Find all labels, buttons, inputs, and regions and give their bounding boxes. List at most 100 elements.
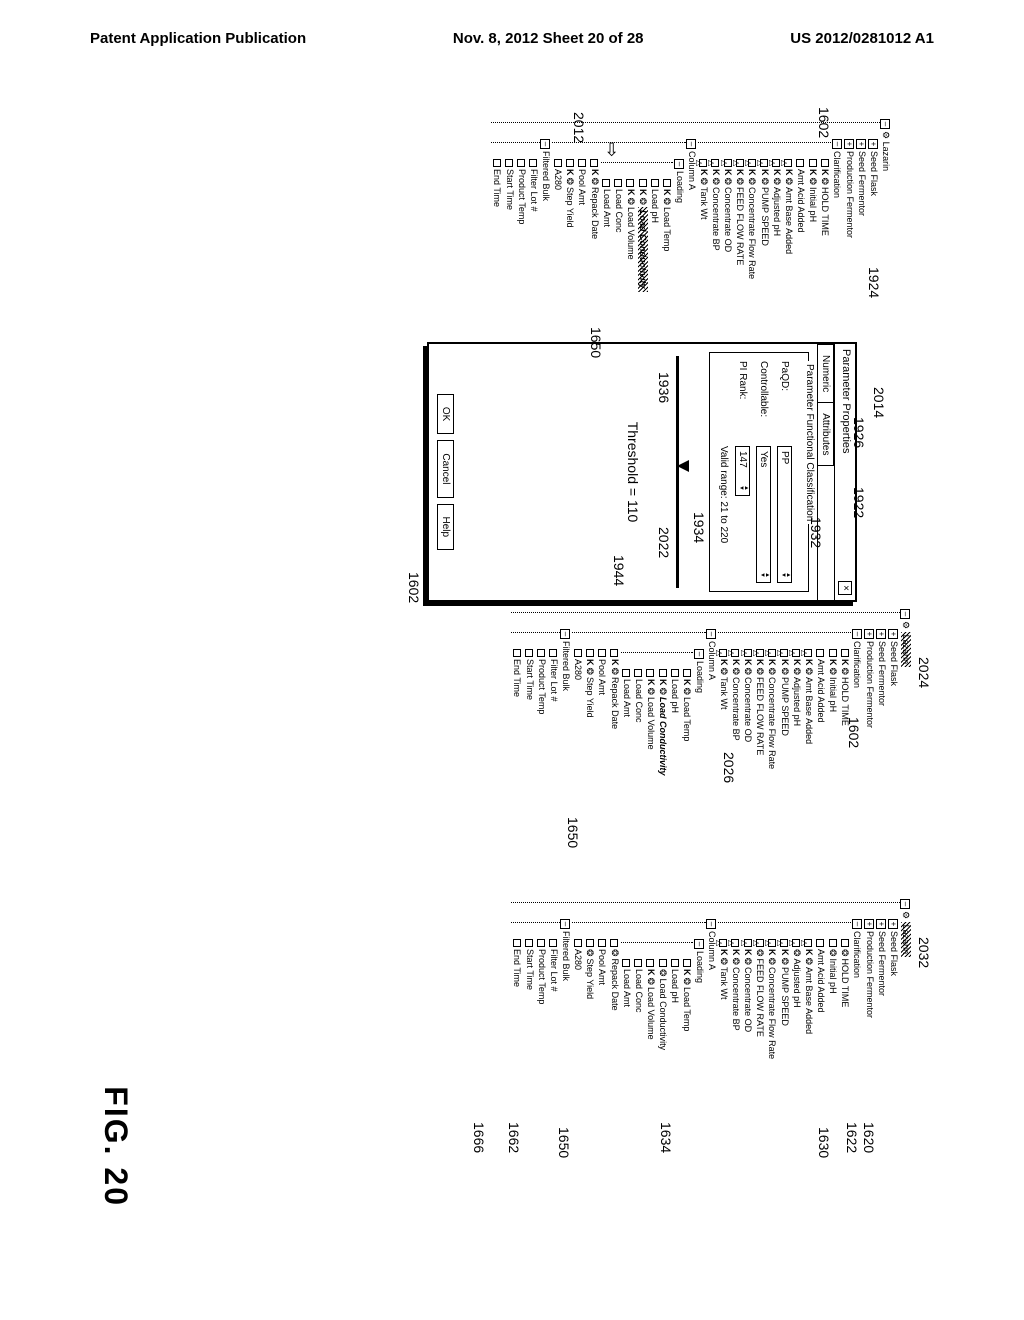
node-filtered-bulk[interactable]: Filtered Bulk	[561, 641, 571, 691]
node-start-time[interactable]: Start Time	[525, 949, 535, 990]
node-load-conductivity[interactable]: Load Conductivity	[638, 207, 648, 292]
expand-icon[interactable]: –	[694, 649, 704, 659]
expand-icon[interactable]: –	[540, 139, 550, 149]
node-seed-flask[interactable]: Seed Flask	[889, 641, 899, 686]
node-end-time[interactable]: End Time	[513, 659, 523, 697]
node-repack-date[interactable]: Repack Date	[610, 677, 620, 729]
node-amt-base[interactable]: Amt Base Added	[804, 677, 814, 744]
node-load-volume[interactable]: Load Volume	[646, 697, 656, 750]
node-load-conductivity[interactable]: Load Conductivity	[658, 697, 668, 776]
close-icon[interactable]: ×	[838, 581, 852, 595]
expand-icon[interactable]: –	[706, 919, 716, 929]
expand-icon[interactable]: +	[876, 629, 886, 639]
expand-icon[interactable]: –	[560, 629, 570, 639]
node-load-conductivity[interactable]: Load Conductivity	[658, 979, 668, 1051]
expand-icon[interactable]: –	[852, 629, 862, 639]
node-seed-fermentor[interactable]: Seed Fermentor	[877, 641, 887, 706]
node-load-ph[interactable]: Load pH	[670, 679, 680, 713]
node-pool-amt[interactable]: Pool Amt	[597, 949, 607, 985]
node-adjusted-ph[interactable]: Adjusted pH	[792, 677, 802, 726]
node-load-amt[interactable]: Load Amt	[622, 969, 632, 1007]
node-column-a[interactable]: Column A	[707, 641, 717, 680]
node-load-temp[interactable]: Load Temp	[682, 987, 692, 1031]
expand-icon[interactable]: –	[694, 939, 704, 949]
node-amt-acid[interactable]: Amt Acid Added	[796, 169, 806, 233]
node-start-time[interactable]: Start Time	[525, 659, 535, 700]
tab-numeric[interactable]: Numeric	[818, 344, 834, 403]
expand-icon[interactable]: –	[852, 919, 862, 929]
node-a280[interactable]: A280	[573, 949, 583, 970]
node-initial-ph[interactable]: Initial pH	[828, 677, 838, 712]
node-filter-lot[interactable]: Filter Lot #	[549, 659, 559, 702]
node-step-yield[interactable]: Step Yield	[585, 959, 595, 1000]
node-clarification[interactable]: Clarification	[832, 151, 842, 198]
node-load-volume[interactable]: Load Volume	[626, 207, 636, 260]
node-load-ph[interactable]: Load pH	[650, 189, 660, 223]
node-conc-od[interactable]: Concentrate OD	[743, 677, 753, 742]
expand-icon[interactable]: +	[868, 139, 878, 149]
expand-icon[interactable]: +	[856, 139, 866, 149]
node-pump-speed[interactable]: PUMP SPEED	[760, 187, 770, 246]
node-pool-amt[interactable]: Pool Amt	[577, 169, 587, 205]
expand-icon[interactable]: +	[864, 919, 874, 929]
node-amt-acid[interactable]: Amt Acid Added	[816, 949, 826, 1013]
spinner-icon[interactable]: ▲▼	[737, 485, 748, 491]
cancel-button[interactable]: Cancel	[437, 440, 454, 497]
node-product-temp[interactable]: Product Temp	[537, 949, 547, 1004]
dropdown-icon[interactable]: ▲▼	[779, 572, 790, 578]
node-load-temp[interactable]: Load Temp	[662, 207, 672, 251]
node-feed-flow-rate[interactable]: FEED FLOW RATE	[755, 677, 765, 755]
node-column-a[interactable]: Column A	[707, 931, 717, 970]
node-pool-amt[interactable]: Pool Amt	[597, 659, 607, 695]
node-conc-bp[interactable]: Concentrate BP	[731, 677, 741, 741]
node-conc-bp[interactable]: Concentrate BP	[711, 187, 721, 251]
node-seed-flask[interactable]: Seed Flask	[869, 151, 879, 196]
help-button[interactable]: Help	[437, 504, 454, 551]
threshold-slider[interactable]	[669, 356, 699, 588]
node-amt-base[interactable]: Amt Base Added	[804, 967, 814, 1034]
node-tank-wt[interactable]: Tank Wt	[699, 187, 709, 220]
node-initial-ph[interactable]: Initial pH	[828, 959, 838, 994]
node-end-time[interactable]: End Time	[493, 169, 503, 207]
node-feed-flow-rate[interactable]: FEED FLOW RATE	[755, 959, 765, 1037]
node-start-time[interactable]: Start Time	[505, 169, 515, 210]
node-end-time[interactable]: End Time	[513, 949, 523, 987]
node-tank-wt[interactable]: Tank Wt	[719, 677, 729, 710]
node-seed-flask[interactable]: Seed Flask	[889, 931, 899, 976]
node-feed-flow-rate[interactable]: FEED FLOW RATE	[735, 187, 745, 265]
node-clarification[interactable]: Clarification	[852, 641, 862, 688]
node-conc-flow-rate[interactable]: Concentrate Flow Rate	[767, 967, 777, 1059]
expand-icon[interactable]: –	[674, 159, 684, 169]
node-conc-flow-rate[interactable]: Concentrate Flow Rate	[767, 677, 777, 769]
node-load-conc[interactable]: Load Conc	[614, 189, 624, 233]
tab-attributes[interactable]: Attributes	[818, 402, 834, 466]
node-filtered-bulk[interactable]: Filtered Bulk	[561, 931, 571, 981]
node-pump-speed[interactable]: PUMP SPEED	[780, 677, 790, 736]
node-conc-bp[interactable]: Concentrate BP	[731, 967, 741, 1031]
paqd-field[interactable]: PP ▲▼	[777, 446, 792, 583]
pirank-field[interactable]: 147 ▲▼	[735, 446, 750, 496]
node-hold-time[interactable]: HOLD TIME	[820, 187, 830, 236]
expand-icon[interactable]: –	[560, 919, 570, 929]
node-clarification[interactable]: Clarification	[852, 931, 862, 978]
node-load-amt[interactable]: Load Amt	[602, 189, 612, 227]
node-seed-fermentor[interactable]: Seed Fermentor	[877, 931, 887, 996]
ok-button[interactable]: OK	[437, 394, 454, 434]
node-prod-fermentor[interactable]: Production Fermentor	[865, 641, 875, 728]
node-loading[interactable]: Loading	[695, 661, 705, 693]
node-load-amt[interactable]: Load Amt	[622, 679, 632, 717]
node-conc-od[interactable]: Concentrate OD	[723, 187, 733, 252]
node-prod-fermentor[interactable]: Production Fermentor	[845, 151, 855, 238]
node-filter-lot[interactable]: Filter Lot #	[529, 169, 539, 212]
node-a280[interactable]: A280	[553, 169, 563, 190]
expand-icon[interactable]: +	[864, 629, 874, 639]
node-filter-lot[interactable]: Filter Lot #	[549, 949, 559, 992]
dropdown-icon[interactable]: ▲▼	[758, 572, 769, 578]
node-product-temp[interactable]: Product Temp	[517, 169, 527, 224]
node-column-a[interactable]: Column A	[687, 151, 697, 190]
node-filtered-bulk[interactable]: Filtered Bulk	[541, 151, 551, 201]
node-loading[interactable]: Loading	[695, 951, 705, 983]
node-load-temp[interactable]: Load Temp	[682, 697, 692, 741]
expand-icon[interactable]: +	[876, 919, 886, 929]
node-repack-date[interactable]: Repack Date	[590, 187, 600, 239]
